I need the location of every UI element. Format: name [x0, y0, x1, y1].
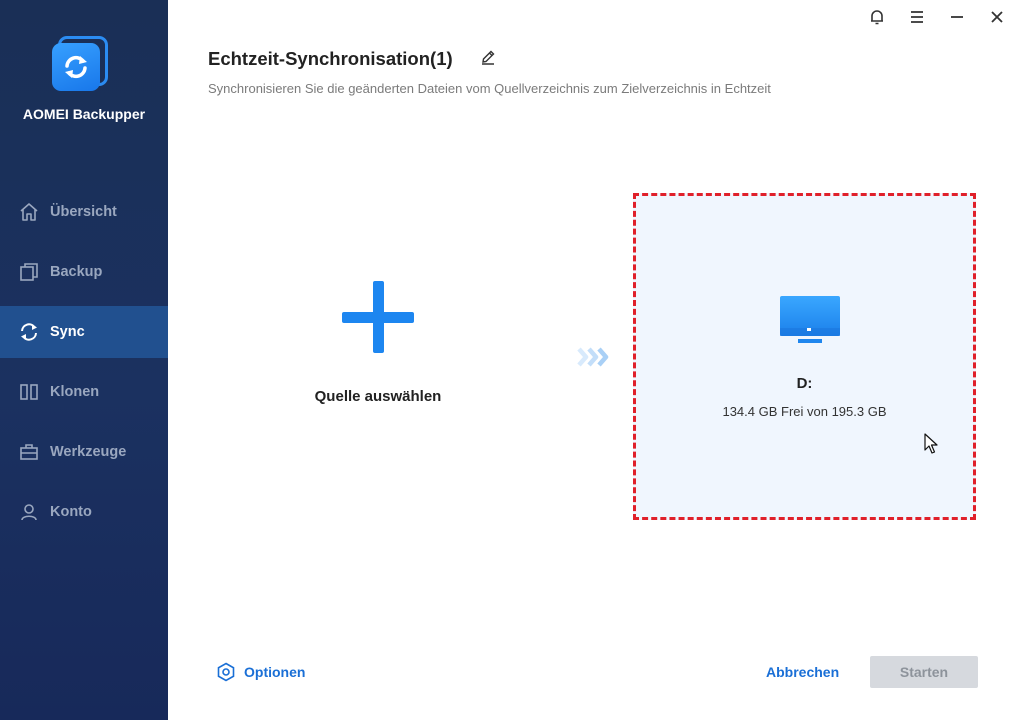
options-button[interactable]: Optionen [216, 662, 305, 682]
sidebar-item-label: Backup [50, 264, 103, 280]
sidebar-item-label: Werkzeuge [50, 444, 127, 460]
cancel-button[interactable]: Abbrechen [766, 664, 839, 680]
monitor-icon [779, 295, 841, 352]
drive-name: D: [796, 375, 813, 392]
sidebar-item-label: Konto [50, 504, 92, 520]
gear-icon [217, 662, 235, 682]
source-label[interactable]: Quelle auswählen [278, 388, 478, 405]
sidebar-nav: Übersicht Backup Sync Klonen Werkzeuge K… [0, 186, 168, 546]
toolbox-icon [18, 441, 40, 463]
sidebar-item-label: Klonen [50, 384, 100, 400]
page-subtitle: Synchronisieren Sie die geänderten Datei… [208, 81, 771, 96]
destination-panel[interactable]: D: 134.4 GB Frei von 195.3 GB [633, 193, 976, 520]
sidebar-item-sync[interactable]: Sync [0, 306, 168, 358]
options-label: Optionen [244, 664, 306, 680]
sidebar-item-backup[interactable]: Backup [0, 246, 168, 298]
copy-icon [18, 261, 40, 283]
home-icon [18, 201, 40, 223]
sidebar-item-klonen[interactable]: Klonen [0, 366, 168, 418]
page-title: Echtzeit-Synchronisation(1) [208, 48, 453, 69]
close-icon[interactable] [986, 6, 1008, 28]
edit-icon[interactable] [480, 49, 496, 70]
menu-icon[interactable] [906, 6, 928, 28]
sync-logo-icon [65, 55, 87, 79]
add-source-button[interactable] [342, 281, 414, 353]
sidebar: AOMEI Backupper Übersicht Backup Sync Kl… [0, 0, 168, 720]
sidebar-item-uebersicht[interactable]: Übersicht [0, 186, 168, 238]
bell-icon[interactable] [866, 6, 888, 28]
sidebar-item-label: Sync [50, 324, 85, 340]
start-button[interactable]: Starten [870, 656, 978, 688]
sync-icon [18, 321, 40, 343]
sidebar-item-label: Übersicht [50, 204, 117, 220]
app-logo [50, 34, 112, 96]
user-icon [18, 501, 40, 523]
clone-icon [18, 381, 40, 403]
app-name: AOMEI Backupper [22, 106, 146, 122]
sidebar-item-konto[interactable]: Konto [0, 486, 168, 538]
direction-arrows-icon [577, 346, 611, 373]
mouse-cursor-icon [924, 433, 938, 460]
minimize-icon[interactable] [946, 6, 968, 28]
drive-free-space: 134.4 GB Frei von 195.3 GB [722, 404, 887, 419]
sidebar-item-werkzeuge[interactable]: Werkzeuge [0, 426, 168, 478]
